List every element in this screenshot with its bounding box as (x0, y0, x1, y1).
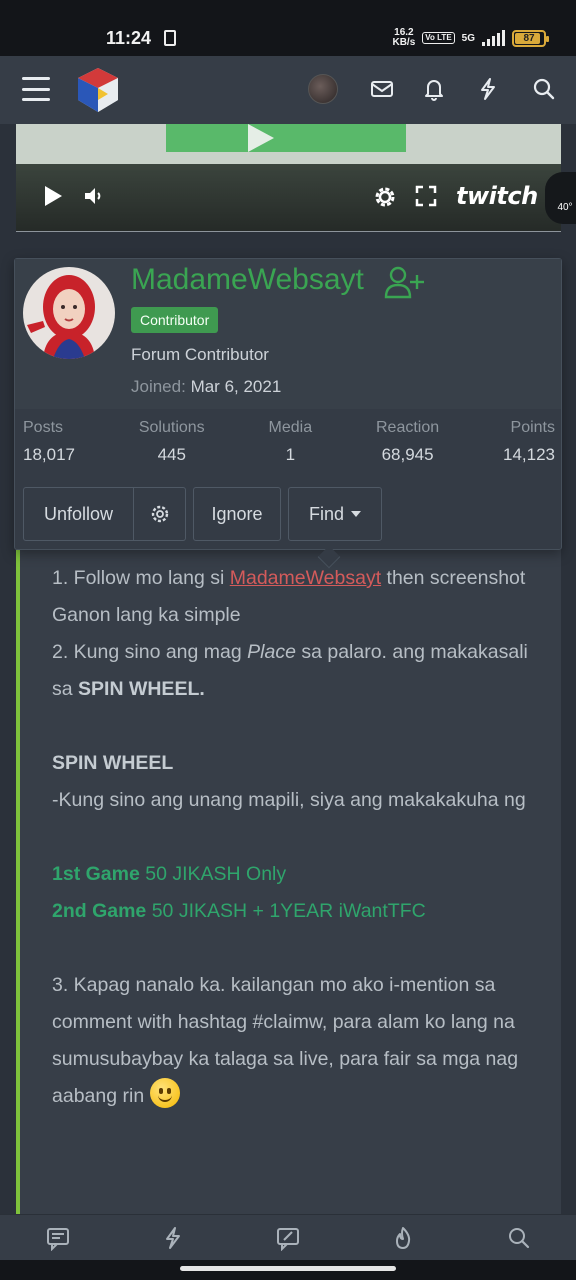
post-line-3: 3. Kapag nanalo ka. kailangan mo ako i-m… (52, 974, 519, 1108)
stat-points[interactable]: Points 14,123 (503, 419, 555, 465)
profile-actions: Unfollow Ignore Find (23, 487, 382, 541)
bottom-nav (0, 1214, 576, 1260)
fullscreen-icon[interactable] (414, 184, 438, 208)
profile-avatar[interactable] (23, 267, 115, 359)
site-logo[interactable] (74, 66, 122, 114)
settings-icon[interactable] (372, 184, 398, 210)
gesture-bar[interactable] (180, 1266, 396, 1271)
search-icon[interactable] (531, 76, 557, 102)
spin-wheel-heading: SPIN WHEEL (52, 752, 174, 774)
follow-settings-button[interactable] (134, 487, 186, 541)
post-body: 1. Follow mo lang si MadameWebsayt then … (16, 550, 561, 1215)
profile-stats: Posts 18,017 Solutions 445 Media 1 Reaction… (23, 419, 555, 465)
app-header (0, 56, 576, 124)
smiley-emoji-icon (149, 1078, 180, 1108)
follow-user-icon[interactable] (383, 265, 425, 299)
stat-solutions[interactable]: Solutions 445 (139, 419, 205, 465)
network-type: 5G (461, 32, 475, 44)
stat-posts[interactable]: Posts 18,017 (23, 419, 75, 465)
stat-media[interactable]: Media 1 (269, 419, 313, 465)
unfollow-button[interactable]: Unfollow (23, 487, 134, 541)
gear-icon (151, 505, 168, 523)
post-line-1: 1. Follow mo lang si MadameWebsayt then … (52, 567, 526, 626)
user-mention-link[interactable]: MadameWebsayt (230, 567, 381, 589)
video-play-overlay-icon[interactable] (248, 124, 274, 152)
volume-icon[interactable] (82, 184, 106, 208)
stat-reaction[interactable]: Reaction 68,945 (376, 419, 439, 465)
game-1: 1st Game 50 JIKASH Only (52, 863, 287, 885)
notification-icon (164, 30, 176, 46)
twitch-logo[interactable]: twitch (456, 182, 538, 210)
comment-icon[interactable] (45, 1225, 71, 1251)
edit-icon[interactable] (275, 1225, 301, 1251)
ignore-button[interactable]: Ignore (193, 487, 281, 541)
search-icon[interactable] (506, 1225, 532, 1251)
status-time: 11:24 (106, 28, 152, 48)
profile-username[interactable]: MadameWebsayt (131, 263, 364, 297)
joined-date: Joined: Mar 6, 2021 (131, 377, 282, 396)
battery-icon: 87 (512, 29, 549, 47)
find-button[interactable]: Find (288, 487, 382, 541)
net-speed: 16.2 KB/s (392, 27, 416, 48)
signal-icon (482, 30, 505, 46)
speed-badge: 40° (545, 172, 576, 224)
status-indicators: 16.2 KB/s Vo LTE 5G 87 (392, 27, 549, 48)
video-player[interactable]: twitch (16, 124, 561, 232)
bolt-icon[interactable] (160, 1225, 186, 1251)
fire-icon[interactable] (390, 1225, 416, 1251)
user-title: Forum Contributor (131, 345, 269, 364)
game-2: 2nd Game 50 JIKASH + 1YEAR iWantTFC (52, 900, 426, 922)
member-tooltip: MadameWebsayt Contributor Forum Contribu… (14, 258, 562, 569)
spin-wheel-text: -Kung sino ang unang mapili, siya ang ma… (52, 789, 526, 811)
avatar[interactable] (308, 74, 338, 104)
envelope-icon[interactable] (369, 76, 395, 102)
bell-icon[interactable] (421, 76, 447, 102)
gesture-area (0, 1260, 576, 1280)
post-line-2: 2. Kung sino ang mag Place sa palaro. an… (52, 641, 528, 700)
hamburger-menu-icon[interactable] (22, 77, 50, 101)
play-icon[interactable] (42, 184, 64, 208)
caret-down-icon (351, 511, 361, 517)
bolt-icon[interactable] (475, 76, 501, 102)
volte-icon: Vo LTE (422, 32, 455, 44)
contributor-badge: Contributor (131, 307, 219, 333)
post-text: 1. Follow mo lang si MadameWebsayt then … (52, 560, 552, 1115)
status-bar: 11:24 16.2 KB/s Vo LTE 5G 87 (0, 0, 576, 56)
